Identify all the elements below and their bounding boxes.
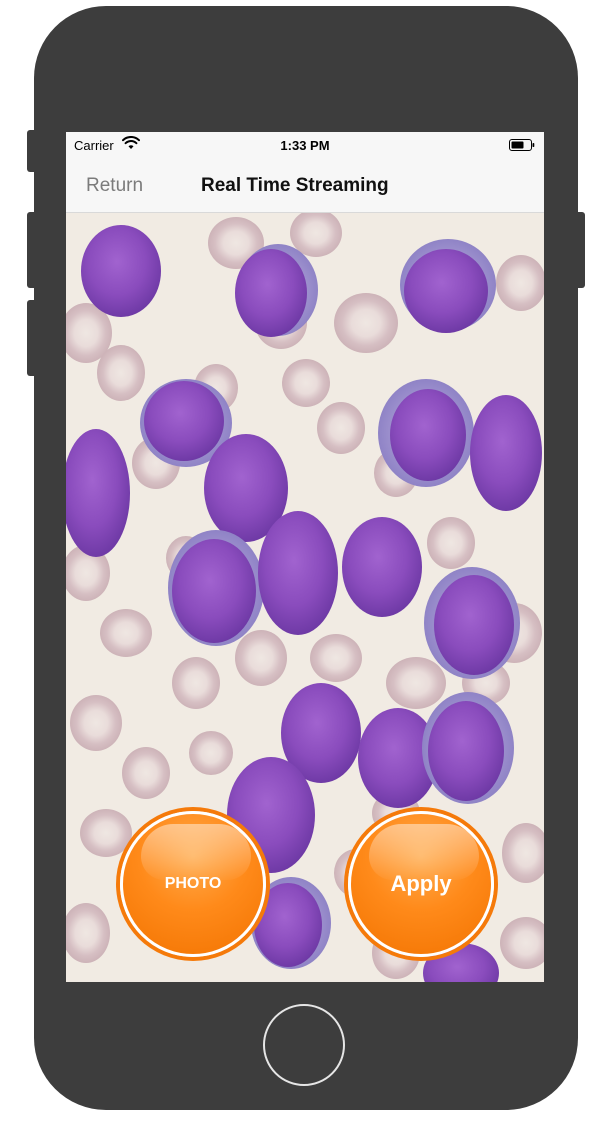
apply-button[interactable]: Apply <box>348 811 494 957</box>
photo-button[interactable]: PHOTO <box>120 811 266 957</box>
photo-button-label: PHOTO <box>164 875 222 892</box>
navigation-bar: Return Real Time Streaming <box>66 158 544 213</box>
page-title: Real Time Streaming <box>201 175 389 196</box>
return-button[interactable]: Return <box>86 175 143 197</box>
status-time: 1:33 PM <box>280 138 330 153</box>
apply-button-label: Apply <box>390 871 452 896</box>
home-button[interactable] <box>263 1004 345 1086</box>
battery-icon <box>509 139 535 151</box>
status-bar: Carrier 1:33 PM <box>66 132 544 158</box>
